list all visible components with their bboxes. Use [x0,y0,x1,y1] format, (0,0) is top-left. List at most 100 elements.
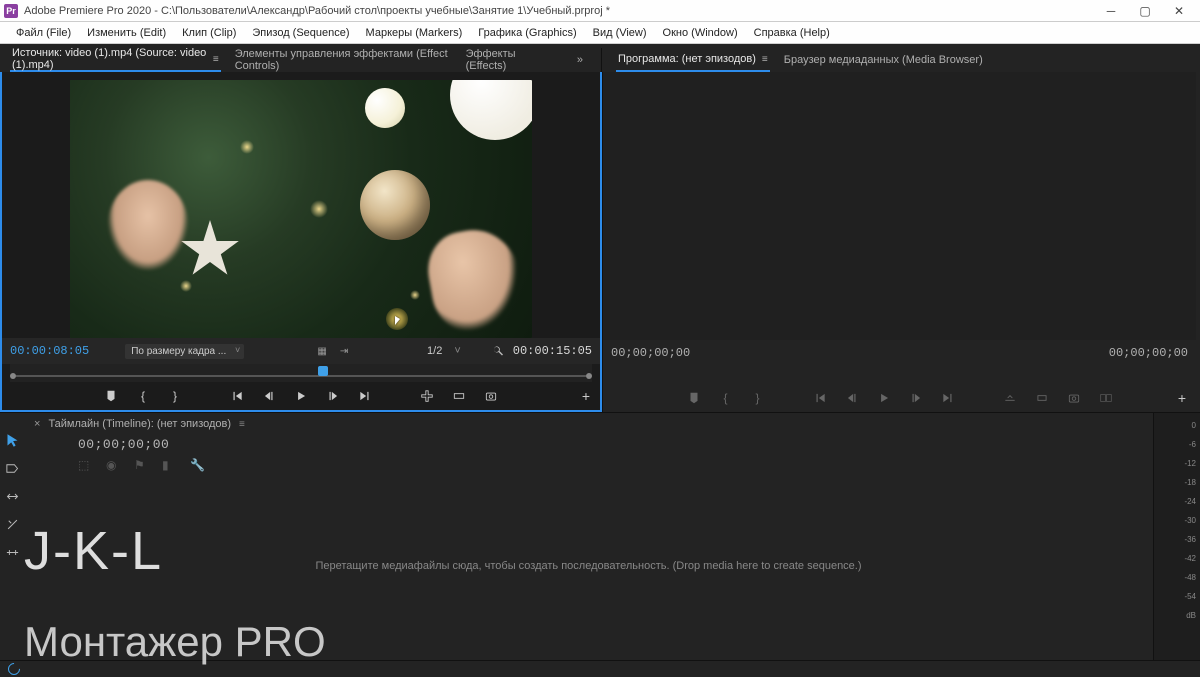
go-to-in-button[interactable] [811,389,829,407]
tab-source[interactable]: Источник: video (1).mp4 (Source: video (… [10,48,221,72]
play-button[interactable] [292,387,310,405]
step-back-button[interactable] [260,387,278,405]
button-editor-icon[interactable]: + [582,388,590,404]
tab-effects[interactable]: Эффекты (Effects) [464,48,545,72]
program-duration-timecode: 00;00;00;00 [1109,346,1188,360]
menu-help[interactable]: Справка (Help) [746,22,838,43]
meter-level: -54 [1184,592,1196,600]
timeline-drop-hint: Перетащите медиафайлы сюда, чтобы создат… [315,560,861,572]
meter-level: 0 [1192,421,1196,429]
tab-program[interactable]: Программа: (нет эпизодов) ≡ [616,48,770,72]
meter-level: -48 [1184,573,1196,581]
source-resolution-ratio[interactable]: 1/2 [427,345,442,357]
step-back-button[interactable] [843,389,861,407]
tab-effect-controls[interactable]: Элементы управления эффектами (Effect Co… [233,48,452,72]
lift-button[interactable] [1001,389,1019,407]
more-tabs-icon[interactable]: » [569,54,591,66]
overwrite-button[interactable] [450,387,468,405]
cursor-icon [395,316,400,325]
close-tab-icon[interactable]: × [34,418,40,430]
timeline-header: 00;00;00;00 [24,435,1153,456]
source-current-timecode[interactable]: 00:00:08:05 [10,344,89,358]
mark-in-button[interactable]: { [134,387,152,405]
meter-level: -24 [1184,497,1196,505]
wrench-icon[interactable]: 🔧 [190,458,204,472]
add-marker-button[interactable] [102,387,120,405]
go-to-out-button[interactable] [939,389,957,407]
upper-panels: 00:00:08:05 По размеру кадра ... ▦ ⇥ 1/2… [0,72,1200,412]
razor-tool[interactable] [3,515,21,533]
step-forward-button[interactable] [907,389,925,407]
tab-media-browser[interactable]: Браузер медиаданных (Media Browser) [782,48,985,72]
overlay-toggle-icon[interactable]: ⇥ [337,344,351,358]
extract-button[interactable] [1033,389,1051,407]
source-timeline-ruler[interactable] [10,364,592,382]
panel-menu-icon[interactable]: ≡ [213,54,219,65]
mark-in-button[interactable]: { [717,389,735,407]
ripple-edit-tool[interactable] [3,487,21,505]
program-preview-area[interactable] [603,72,1196,340]
mark-out-button[interactable]: } [749,389,767,407]
go-to-in-button[interactable] [228,387,246,405]
step-forward-button[interactable] [324,387,342,405]
export-frame-button[interactable] [482,387,500,405]
track-select-tool[interactable] [3,459,21,477]
program-transport-controls: { } + [603,384,1196,412]
menu-file[interactable]: Файл (File) [8,22,79,43]
source-transport-controls: { } + [2,382,600,410]
snap-icon[interactable]: ⬚ [78,458,92,472]
tab-program-label: Программа: (нет эпизодов) [618,53,756,65]
insert-button[interactable] [418,387,436,405]
settings-icon[interactable]: ▮ [162,458,176,472]
panel-tabs-row: Источник: video (1).mp4 (Source: video (… [0,48,1200,72]
slip-tool[interactable] [3,543,21,561]
mark-out-button[interactable]: } [166,387,184,405]
export-frame-button[interactable] [1065,389,1083,407]
timeline-tab-bar: × Таймлайн (Timeline): (нет эпизодов) ≡ [24,413,1153,435]
source-info-bar: 00:00:08:05 По размеру кадра ... ▦ ⇥ 1/2… [2,338,600,364]
linked-selection-icon[interactable]: ◉ [106,458,120,472]
selection-tool[interactable] [3,431,21,449]
source-zoom-dropdown[interactable]: По размеру кадра ... [125,344,244,359]
timeline-header-icons: ⬚ ◉ ⚑ ▮ 🔧 [24,456,1153,472]
play-button[interactable] [875,389,893,407]
window-titlebar: Pr Adobe Premiere Pro 2020 - C:\Пользова… [0,0,1200,22]
comparison-view-button[interactable] [1097,389,1115,407]
menu-edit[interactable]: Изменить (Edit) [79,22,174,43]
timeline-tab-label[interactable]: Таймлайн (Timeline): (нет эпизодов) [48,418,231,430]
timeline-tools [0,413,24,660]
panel-menu-icon[interactable]: ≡ [239,419,245,430]
source-playhead[interactable] [318,366,328,376]
panel-menu-icon[interactable]: ≡ [762,54,768,65]
program-current-timecode[interactable]: 00;00;00;00 [611,346,690,360]
go-to-out-button[interactable] [356,387,374,405]
wrench-icon[interactable] [491,344,505,358]
minimize-button[interactable]: ─ [1094,0,1128,22]
menu-clip[interactable]: Клип (Clip) [174,22,244,43]
marker-icon[interactable]: ⚑ [134,458,148,472]
source-preview-area[interactable] [2,72,600,338]
menu-window[interactable]: Окно (Window) [655,22,746,43]
close-button[interactable]: ✕ [1162,0,1196,22]
app-icon: Pr [4,4,18,18]
button-editor-icon[interactable]: + [1178,390,1186,406]
audio-meter[interactable]: 0 -6 -12 -18 -24 -30 -36 -42 -48 -54 dB [1154,413,1200,660]
menu-sequence[interactable]: Эпизод (Sequence) [244,22,357,43]
sync-icon[interactable] [6,660,23,677]
meter-level: -18 [1184,478,1196,486]
meter-level: -30 [1184,516,1196,524]
meter-level: -36 [1184,535,1196,543]
meter-level: -12 [1184,459,1196,467]
menu-markers[interactable]: Маркеры (Markers) [358,22,471,43]
window-title: Adobe Premiere Pro 2020 - C:\Пользовател… [24,5,1094,17]
menu-graphics[interactable]: Графика (Graphics) [470,22,584,43]
maximize-button[interactable]: ▢ [1128,0,1162,22]
meter-level: -42 [1184,554,1196,562]
add-marker-button[interactable] [685,389,703,407]
timeline-current-timecode[interactable]: 00;00;00;00 [78,437,1143,452]
menu-view[interactable]: Вид (View) [585,22,655,43]
menu-bar: Файл (File) Изменить (Edit) Клип (Clip) … [0,22,1200,44]
settings-list-icon[interactable]: ▦ [315,344,329,358]
overlay-brand-text: Монтажер PRO [24,618,326,666]
tab-source-label: Источник: video (1).mp4 (Source: video (… [12,47,207,71]
